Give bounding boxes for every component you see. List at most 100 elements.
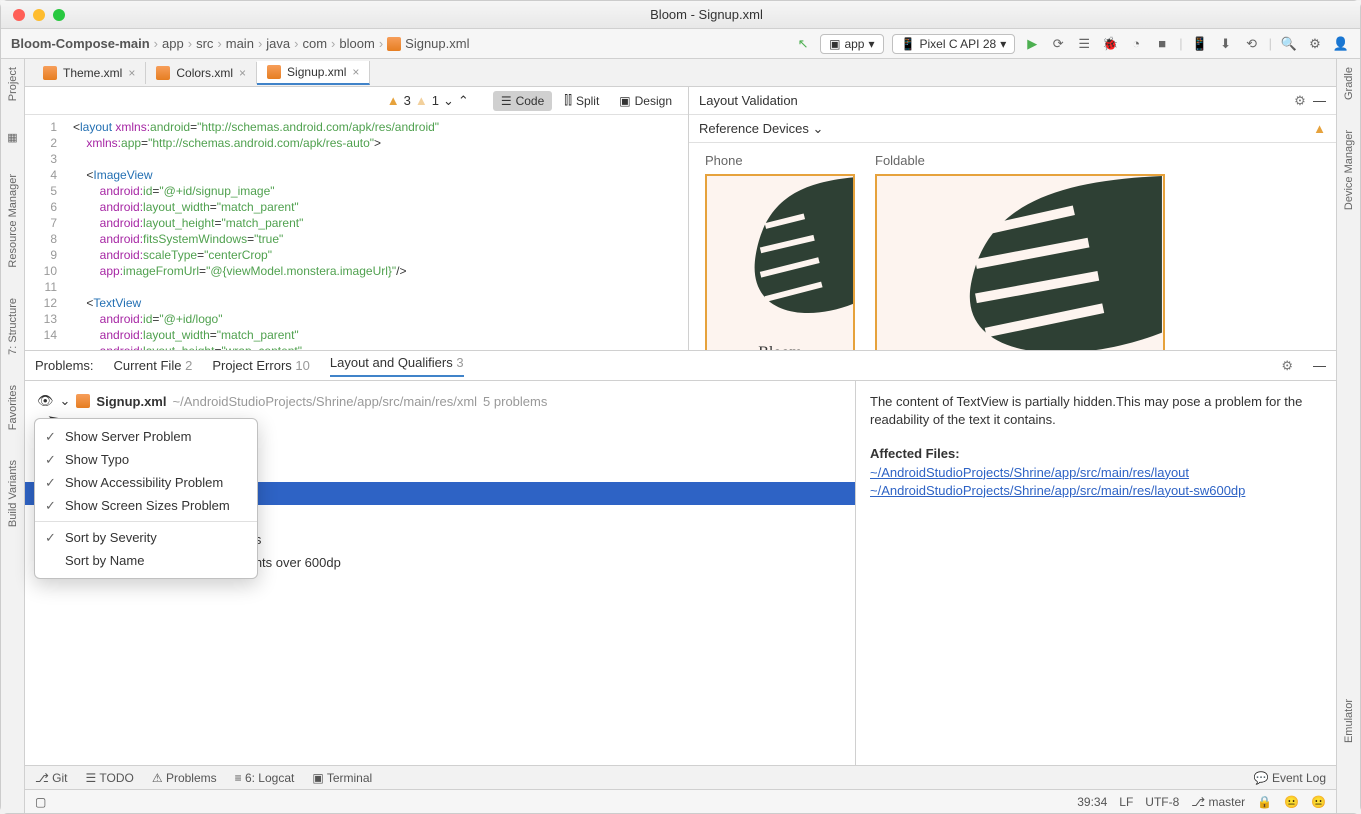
search-icon[interactable]: 🔍 — [1280, 35, 1298, 53]
menu-divider — [35, 521, 257, 522]
gear-icon[interactable]: ⚙ — [1281, 358, 1293, 374]
xml-file-icon — [43, 66, 57, 80]
stop-icon[interactable]: ■ — [1153, 35, 1171, 53]
menu-show-screen-sizes[interactable]: Show Screen Sizes Problem — [35, 494, 257, 517]
account-icon[interactable]: 👤 — [1332, 35, 1350, 53]
file-tab-colors[interactable]: Colors.xml× — [146, 62, 257, 84]
tool-problems[interactable]: ⚠ Problems — [152, 771, 217, 785]
menu-sort-name[interactable]: Sort by Name — [35, 549, 257, 572]
git-branch[interactable]: ⎇ master — [1191, 795, 1245, 809]
encoding[interactable]: UTF-8 — [1145, 795, 1179, 809]
close-icon[interactable]: × — [128, 66, 135, 80]
tab-current-file[interactable]: Current File 2 — [114, 358, 193, 373]
leaf-icon — [877, 176, 1163, 350]
avd-icon[interactable]: 📱 — [1191, 35, 1209, 53]
sync-icon[interactable]: ⟲ — [1243, 35, 1261, 53]
bloom-logo-text: Bloom — [758, 344, 802, 350]
left-tool-project[interactable]: Project — [7, 67, 19, 101]
xml-file-icon — [76, 394, 90, 408]
device-label-foldable: Foldable — [875, 153, 1165, 168]
left-tool-build-variants[interactable]: Build Variants — [7, 460, 19, 527]
tab-layout-qualifiers[interactable]: Layout and Qualifiers 3 — [330, 355, 464, 377]
main-toolbar: Bloom-Compose-main› app› src› main› java… — [1, 29, 1360, 59]
xml-file-icon — [156, 66, 170, 80]
file-tab-bar: Theme.xml× Colors.xml× Signup.xml× — [25, 59, 1336, 87]
tool-git[interactable]: ⎇ Git — [35, 771, 68, 785]
minimize-icon[interactable]: — — [1313, 358, 1326, 373]
bottom-tool-bar: ⎇ Git ☰ TODO ⚠ Problems ≡ 6: Logcat ▣ Te… — [25, 765, 1336, 789]
tab-project-errors[interactable]: Project Errors 10 — [212, 358, 310, 373]
apply-changes-icon[interactable]: ⟳ — [1049, 35, 1067, 53]
affected-file-link[interactable]: ~/AndroidStudioProjects/Shrine/app/src/m… — [870, 464, 1322, 482]
folder-icon[interactable]: ▦ — [7, 131, 17, 144]
right-tool-emulator[interactable]: Emulator — [1343, 699, 1355, 743]
menu-show-accessibility[interactable]: Show Accessibility Problem — [35, 471, 257, 494]
settings-icon[interactable]: ⚙ — [1306, 35, 1324, 53]
minimize-icon[interactable]: — — [1313, 93, 1326, 108]
xml-file-icon — [387, 37, 401, 51]
build-icon[interactable]: ↖ — [794, 35, 812, 53]
left-tool-structure[interactable]: 7: Structure — [7, 298, 19, 355]
eye-icon[interactable]: 👁 — [37, 393, 54, 409]
tool-terminal[interactable]: ▣ Terminal — [312, 771, 372, 785]
tool-logcat[interactable]: ≡ 6: Logcat — [235, 771, 295, 785]
xml-file-icon — [267, 65, 281, 79]
view-mode-code[interactable]: ☰ Code — [493, 91, 552, 111]
lock-icon[interactable]: 🔒 — [1257, 795, 1272, 809]
breadcrumb[interactable]: Bloom-Compose-main› app› src› main› java… — [11, 36, 469, 51]
menu-sort-severity[interactable]: Sort by Severity — [35, 526, 257, 549]
right-tool-gradle[interactable]: Gradle — [1343, 67, 1355, 100]
weak-warning-icon[interactable]: ▲ — [415, 93, 428, 108]
chevron-up-icon[interactable]: ⌃ — [458, 93, 469, 109]
debug-icon[interactable]: ☰ — [1075, 35, 1093, 53]
statusbar: ▢ 39:34 LF UTF-8 ⎇ master 🔒 😐 😐 — [25, 789, 1336, 813]
maximize-window-icon[interactable] — [53, 9, 65, 21]
warning-icon[interactable]: ▲ — [387, 93, 400, 108]
left-tool-resource-manager[interactable]: Resource Manager — [7, 174, 19, 268]
run-button[interactable]: ▶ — [1023, 35, 1041, 53]
tool-todo[interactable]: ☰ TODO — [86, 771, 134, 785]
problem-detail-pane: The content of TextView is partially hid… — [856, 381, 1336, 765]
sdk-icon[interactable]: ⬇ — [1217, 35, 1235, 53]
view-mode-design[interactable]: ▣ Design — [611, 91, 680, 111]
run-config-dropdown[interactable]: ▣ app ▾ — [820, 34, 883, 54]
preview-phone[interactable]: Bloom — [705, 174, 855, 350]
file-tab-signup[interactable]: Signup.xml× — [257, 61, 370, 85]
status-icon[interactable]: ▢ — [35, 795, 46, 809]
line-numbers: 1234567891011121314 — [25, 115, 65, 350]
close-icon[interactable]: × — [352, 65, 359, 79]
right-tool-gutter: Gradle Device Manager Emulator — [1336, 59, 1360, 813]
chevron-down-icon[interactable]: ⌄ — [60, 393, 71, 409]
device-dropdown[interactable]: 📱 Pixel C API 28 ▾ — [892, 34, 1016, 54]
warning-icon[interactable]: ▲ — [1313, 121, 1326, 136]
file-tab-theme[interactable]: Theme.xml× — [33, 62, 146, 84]
affected-file-link[interactable]: ~/AndroidStudioProjects/Shrine/app/src/m… — [870, 482, 1322, 500]
inspection-face-icon[interactable]: 😐 — [1284, 795, 1299, 809]
right-tool-device-manager[interactable]: Device Manager — [1343, 130, 1355, 210]
problems-file-row[interactable]: 👁 ⌄ Signup.xml ~/AndroidStudioProjects/S… — [25, 389, 855, 413]
close-icon[interactable]: × — [239, 66, 246, 80]
leaf-icon — [707, 176, 853, 350]
profiler-icon[interactable]: ◔ — [1127, 35, 1145, 53]
bug-icon[interactable]: 🐞 — [1101, 35, 1119, 53]
menu-show-server-problem[interactable]: Show Server Problem — [35, 425, 257, 448]
device-label-phone: Phone — [705, 153, 855, 168]
preview-foldable[interactable] — [875, 174, 1165, 350]
titlebar: Bloom - Signup.xml — [1, 1, 1360, 29]
left-tool-favorites[interactable]: Favorites — [7, 385, 19, 430]
context-menu: Show Server Problem Show Typo Show Acces… — [34, 418, 258, 579]
gear-icon[interactable]: ⚙ — [1294, 93, 1306, 108]
tool-event-log[interactable]: 💬 Event Log — [1254, 771, 1326, 785]
minimize-window-icon[interactable] — [33, 9, 45, 21]
view-mode-split[interactable]: ⫿⫿ Split — [556, 90, 607, 111]
line-separator[interactable]: LF — [1119, 795, 1133, 809]
chevron-down-icon[interactable]: ⌄ — [443, 93, 454, 109]
reference-devices-dropdown[interactable]: Reference Devices ⌄ — [699, 121, 823, 137]
cursor-position[interactable]: 39:34 — [1077, 795, 1107, 809]
code-text[interactable]: <layout xmlns:android="http://schemas.an… — [65, 115, 447, 350]
code-editor[interactable]: ▲3 ▲1 ⌄ ⌃ ☰ Code ⫿⫿ Split ▣ Design 12345… — [25, 87, 688, 350]
close-window-icon[interactable] — [13, 9, 25, 21]
inspection-face-icon[interactable]: 😐 — [1311, 795, 1326, 809]
menu-show-typo[interactable]: Show Typo — [35, 448, 257, 471]
window-title: Bloom - Signup.xml — [65, 7, 1348, 22]
